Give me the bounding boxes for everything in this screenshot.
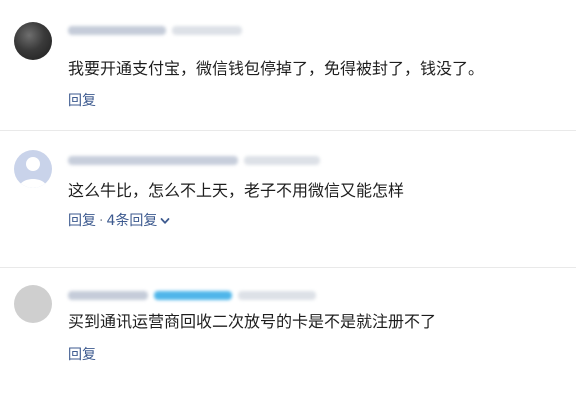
reply-button[interactable]: 回复 [68, 346, 96, 364]
chevron-down-icon[interactable] [160, 216, 170, 226]
separator-dot: · [99, 213, 104, 229]
user-silhouette-icon [19, 157, 47, 188]
comment-actions: 回复 [68, 92, 96, 110]
redacted-username[interactable] [68, 155, 238, 165]
comment-actions: 回复 [68, 346, 96, 364]
comment-item: 我要开通支付宝，微信钱包停掉了，免得被封了，钱没了。 回复 [0, 0, 576, 130]
comment-author-meta [68, 24, 242, 36]
redacted-username[interactable] [68, 290, 148, 300]
comment-item: 这么牛比，怎么不上天，老子不用微信又能怎样 回复 · 4条回复 [0, 130, 576, 267]
redacted-timestamp [244, 155, 320, 165]
comment-text: 我要开通支付宝，微信钱包停掉了，免得被封了，钱没了。 [68, 59, 485, 78]
redacted-timestamp [238, 290, 316, 300]
comment-author-meta [68, 289, 316, 301]
avatar[interactable] [14, 285, 52, 323]
reply-button[interactable]: 回复 [68, 212, 96, 230]
redacted-timestamp [172, 25, 242, 35]
comment-author-meta [68, 154, 320, 166]
comment-actions: 回复 · 4条回复 [68, 212, 170, 230]
comment-text: 这么牛比，怎么不上天，老子不用微信又能怎样 [68, 181, 405, 200]
reply-button[interactable]: 回复 [68, 92, 96, 110]
redacted-highlight [154, 290, 232, 300]
avatar[interactable] [14, 150, 52, 188]
avatar[interactable] [14, 22, 52, 60]
comment-item: 买到通讯运营商回收二次放号的卡是不是就注册不了 回复 [0, 267, 576, 408]
comment-text: 买到通讯运营商回收二次放号的卡是不是就注册不了 [68, 312, 437, 331]
redacted-username[interactable] [68, 25, 166, 35]
view-replies-link[interactable]: 4条回复 [106, 212, 157, 230]
